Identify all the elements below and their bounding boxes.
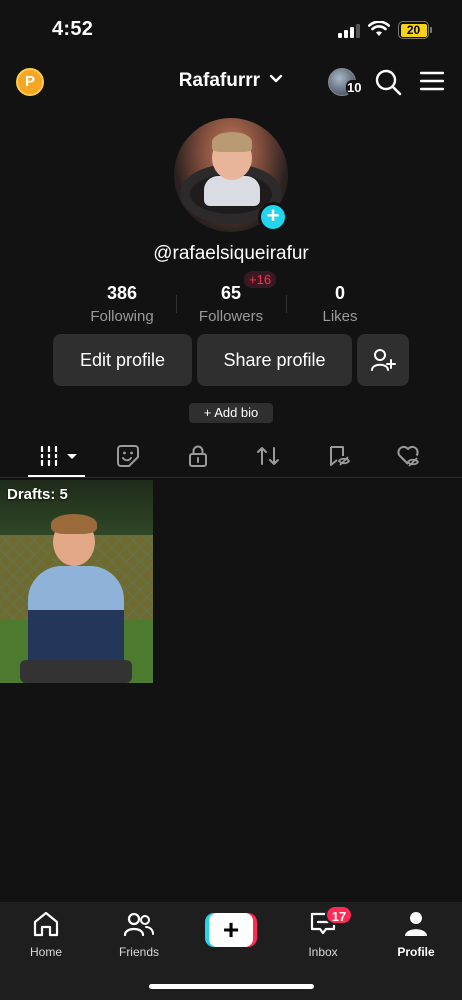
likes-stat[interactable]: 0 Likes: [290, 283, 390, 325]
add-friends-button[interactable]: [357, 334, 409, 386]
home-indicator: [149, 984, 314, 989]
heart-hidden-icon: [397, 445, 420, 467]
tab-stickers[interactable]: [112, 440, 144, 472]
story-count: 10: [346, 80, 363, 95]
followers-label: Followers: [198, 308, 264, 325]
plus-icon: +: [209, 913, 253, 947]
nav-home[interactable]: Home: [6, 910, 86, 959]
friends-icon: [123, 912, 154, 937]
stat-divider: [286, 295, 287, 313]
lock-icon: [189, 445, 207, 467]
profile-avatar-wrap[interactable]: +: [174, 118, 288, 232]
nav-profile[interactable]: Profile: [376, 910, 456, 959]
tab-favorites[interactable]: [322, 440, 354, 472]
add-user-icon: [371, 349, 396, 371]
inbox-notification-badge: 17: [325, 905, 353, 925]
create-video-button[interactable]: +: [205, 913, 257, 947]
tab-videos[interactable]: [36, 440, 80, 472]
hamburger-menu-icon[interactable]: [420, 70, 444, 92]
account-username: Rafafurrr: [178, 70, 261, 91]
nav-friends[interactable]: Friends: [99, 910, 179, 959]
drafts-count-label: Drafts: 5: [7, 486, 68, 503]
profile-icon: [405, 912, 427, 936]
new-followers-badge: +16: [244, 271, 277, 288]
battery-level: 20: [400, 23, 427, 37]
content-tabs: [0, 434, 462, 478]
chevron-down-icon: [270, 75, 283, 83]
edit-profile-button[interactable]: Edit profile: [53, 334, 192, 386]
nav-home-label: Home: [29, 945, 62, 959]
tab-private[interactable]: [182, 440, 214, 472]
following-stat[interactable]: 386 Following: [72, 283, 172, 325]
bookmark-hidden-icon: [330, 446, 350, 466]
tab-reposts[interactable]: [252, 440, 284, 472]
likes-count: 0: [334, 283, 345, 303]
cellular-signal-icon: [338, 24, 360, 38]
following-count: 386: [106, 283, 138, 303]
followers-stat[interactable]: 65 Followers: [181, 283, 281, 325]
add-story-plus-icon[interactable]: +: [258, 202, 288, 232]
videos-grid-icon: [39, 445, 77, 467]
nav-friends-label: Friends: [118, 945, 159, 959]
tab-liked[interactable]: [392, 440, 424, 472]
search-icon[interactable]: [374, 68, 402, 96]
nav-profile-label: Profile: [397, 945, 435, 959]
repost-icon: [257, 447, 279, 465]
profile-stats: 386 Following 65 Followers 0 Likes: [0, 283, 462, 327]
battery-icon: 20: [398, 21, 429, 39]
likes-label: Likes: [322, 308, 358, 325]
photo-person-hair: [51, 514, 97, 534]
following-label: Following: [90, 308, 154, 325]
profile-handle: @rafaelsiqueirafur: [153, 243, 309, 264]
stat-divider: [176, 295, 177, 313]
active-tab-indicator: [28, 475, 85, 477]
profile-actions: Edit profile Share profile: [0, 334, 462, 386]
nav-inbox-label: Inbox: [308, 945, 338, 959]
add-bio-button[interactable]: + Add bio: [189, 403, 273, 423]
photo-person-legs: [20, 660, 132, 683]
home-icon: [33, 911, 59, 937]
avatar-shirt: [204, 176, 260, 206]
profile-header: P Rafafurrr 10: [0, 60, 462, 104]
wifi-icon: [368, 21, 390, 36]
avatar-hair: [212, 132, 252, 152]
share-profile-button[interactable]: Share profile: [197, 334, 352, 386]
sticker-icon: [117, 445, 139, 467]
status-time: 4:52: [52, 18, 94, 40]
battery-tip: [430, 27, 432, 33]
status-bar: 4:52 20: [0, 0, 462, 56]
drafts-tile[interactable]: Drafts: 5: [0, 480, 153, 683]
